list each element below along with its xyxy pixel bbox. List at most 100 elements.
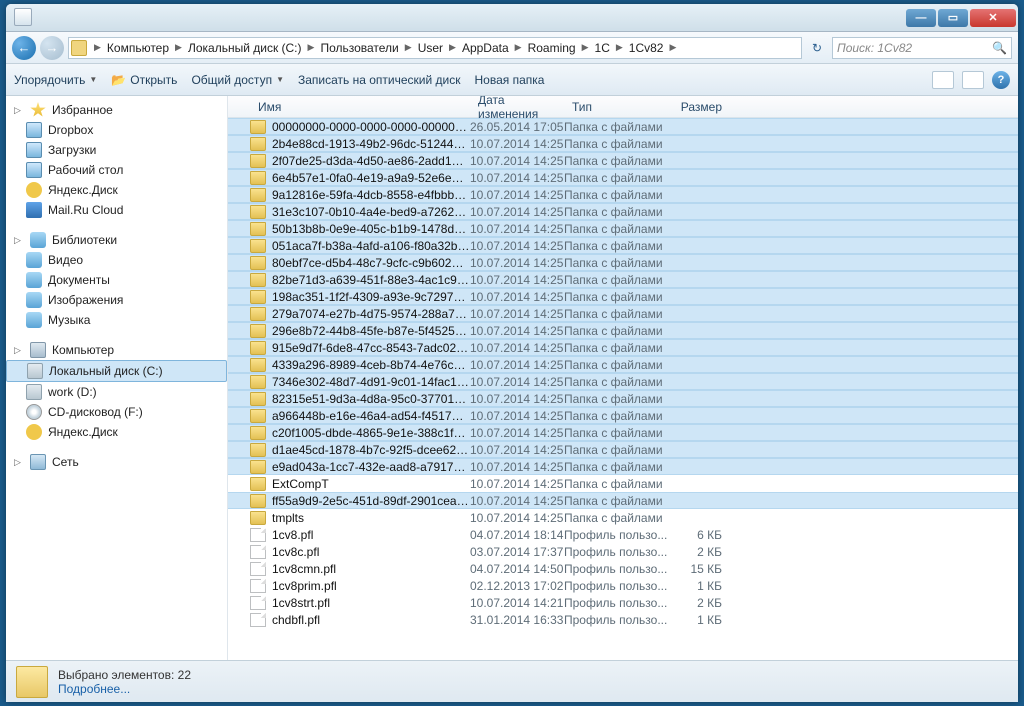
chevron-right-icon[interactable]: ▶ (512, 42, 525, 53)
col-name[interactable]: Имя (250, 100, 470, 114)
minimize-button[interactable]: — (906, 9, 936, 27)
file-type: Папка с файлами (564, 324, 668, 338)
sidebar-item[interactable]: Загрузки (6, 140, 227, 160)
file-row[interactable]: e9ad043a-1cc7-432e-aad8-a79176eee96110.0… (228, 458, 1018, 475)
burn-button[interactable]: Записать на оптический диск (298, 73, 461, 87)
file-row[interactable]: 31e3c107-0b10-4a4e-bed9-a7262e0cab9410.0… (228, 203, 1018, 220)
sidebar-item[interactable]: Mail.Ru Cloud (6, 200, 227, 220)
chevron-right-icon[interactable]: ▶ (666, 42, 679, 53)
sidebar-header[interactable]: ▷Избранное (6, 100, 227, 120)
file-row[interactable]: 6e4b57e1-0fa0-4e19-a9a9-52e6e2c50fa410.0… (228, 169, 1018, 186)
breadcrumb-segment[interactable]: Roaming (525, 41, 579, 55)
file-row[interactable]: c20f1005-dbde-4865-9e1e-388c1f1c5d3610.0… (228, 424, 1018, 441)
sidebar-item[interactable]: Документы (6, 270, 227, 290)
file-row[interactable]: 198ac351-1f2f-4309-a93e-9c7297d14f6510.0… (228, 288, 1018, 305)
file-row[interactable]: 4339a296-8989-4ceb-8b74-4e76c5f6653c10.0… (228, 356, 1018, 373)
file-row[interactable]: 2f07de25-d3da-4d50-ae86-2add1460e64510.0… (228, 152, 1018, 169)
nav-back-button[interactable]: ← (12, 36, 36, 60)
col-size[interactable]: Размер (668, 100, 730, 114)
file-row[interactable]: 1cv8.pfl04.07.2014 18:14Профиль пользо..… (228, 526, 1018, 543)
file-row[interactable]: 9a12816e-59fa-4dcb-8558-e4fbbbccc33f10.0… (228, 186, 1018, 203)
sidebar-header[interactable]: ▷Сеть (6, 452, 227, 472)
file-row[interactable]: chdbfl.pfl31.01.2014 16:33Профиль пользо… (228, 611, 1018, 628)
file-row[interactable]: 1cv8prim.pfl02.12.2013 17:02Профиль поль… (228, 577, 1018, 594)
close-button[interactable]: ✕ (970, 9, 1016, 27)
sidebar-header[interactable]: ▷Компьютер (6, 340, 227, 360)
file-row[interactable]: 279a7074-e27b-4d75-9574-288a7f6ce1a310.0… (228, 305, 1018, 322)
file-row[interactable]: ExtCompT10.07.2014 14:25Папка с файлами (228, 475, 1018, 492)
chevron-right-icon[interactable]: ▶ (446, 42, 459, 53)
sidebar-item[interactable]: Локальный диск (C:) (6, 360, 227, 382)
chevron-right-icon[interactable]: ▶ (172, 42, 185, 53)
file-row[interactable]: 2b4e88cd-1913-49b2-96dc-512447dc026e10.0… (228, 135, 1018, 152)
column-headers[interactable]: Имя Дата изменения Тип Размер (228, 96, 1018, 118)
titlebar[interactable]: — ▭ ✕ (6, 4, 1018, 32)
breadcrumb[interactable]: ▶Компьютер▶Локальный диск (C:)▶Пользоват… (68, 37, 802, 59)
chevron-right-icon[interactable]: ▶ (579, 42, 592, 53)
nav-forward-button[interactable]: → (40, 36, 64, 60)
file-row[interactable]: 051aca7f-b38a-4afd-a106-f80a32b999e910.0… (228, 237, 1018, 254)
sidebar-header-label: Библиотеки (52, 233, 117, 247)
file-row[interactable]: 1cv8c.pfl03.07.2014 17:37Профиль пользо.… (228, 543, 1018, 560)
sidebar-item[interactable]: work (D:) (6, 382, 227, 402)
file-row[interactable]: 915e9d7f-6de8-47cc-8543-7adc028e8d0610.0… (228, 339, 1018, 356)
col-date[interactable]: Дата изменения (470, 96, 564, 121)
file-row[interactable]: 82315e51-9d3a-4d8a-95c0-377016722ff010.0… (228, 390, 1018, 407)
file-type: Профиль пользо... (564, 613, 668, 627)
details-link[interactable]: Подробнее... (58, 682, 191, 696)
sidebar-item[interactable]: CD-дисковод (F:) (6, 402, 227, 422)
file-row[interactable]: 296e8b72-44b8-45fe-b87e-5f45250470710.07… (228, 322, 1018, 339)
col-type[interactable]: Тип (564, 100, 668, 114)
view-options-button[interactable] (932, 71, 954, 89)
breadcrumb-segment[interactable]: AppData (459, 41, 512, 55)
chevron-right-icon[interactable]: ▶ (402, 42, 415, 53)
breadcrumb-segment[interactable]: Пользователи (317, 41, 401, 55)
sidebar-item[interactable]: Dropbox (6, 120, 227, 140)
file-row[interactable]: 82be71d3-a639-451f-88e3-4ac1c958393a10.0… (228, 271, 1018, 288)
breadcrumb-segment[interactable]: User (415, 41, 446, 55)
file-row[interactable]: 80ebf7ce-d5b4-48c7-9cfc-c9b60269f0f710.0… (228, 254, 1018, 271)
file-row[interactable]: 1cv8strt.pfl10.07.2014 14:21Профиль поль… (228, 594, 1018, 611)
breadcrumb-segment[interactable]: 1C (592, 41, 613, 55)
chevron-right-icon[interactable]: ▶ (305, 42, 318, 53)
sidebar-item[interactable]: Яндекс.Диск (6, 422, 227, 442)
chevron-right-icon[interactable]: ▶ (91, 42, 104, 53)
file-row[interactable]: tmplts10.07.2014 14:25Папка с файлами (228, 509, 1018, 526)
sidebar-item[interactable]: Рабочий стол (6, 160, 227, 180)
expand-icon[interactable]: ▷ (14, 457, 24, 468)
newfolder-button[interactable]: Новая папка (474, 73, 544, 87)
organize-menu[interactable]: Упорядочить ▼ (14, 73, 97, 87)
help-button[interactable]: ? (992, 71, 1010, 89)
file-row[interactable]: d1ae45cd-1878-4b7c-92f5-dcee62ac3ea310.0… (228, 441, 1018, 458)
sidebar-item[interactable]: Музыка (6, 310, 227, 330)
maximize-button[interactable]: ▭ (938, 9, 968, 27)
refresh-button[interactable]: ↻ (806, 37, 828, 59)
expand-icon[interactable]: ▷ (14, 345, 24, 356)
file-row[interactable]: 1cv8cmn.pfl04.07.2014 14:50Профиль польз… (228, 560, 1018, 577)
file-row[interactable]: 00000000-0000-0000-0000-00000000000026.0… (228, 118, 1018, 135)
file-row[interactable]: a966448b-e16e-46a4-ad54-f4517b6dd5d410.0… (228, 407, 1018, 424)
expand-icon[interactable]: ▷ (14, 105, 24, 116)
open-button[interactable]: 📂 Открыть (111, 73, 177, 87)
file-row[interactable]: ff55a9d9-2e5c-451d-89df-2901ceaae1e710.0… (228, 492, 1018, 509)
chevron-right-icon[interactable]: ▶ (613, 42, 626, 53)
file-type: Папка с файлами (564, 307, 668, 321)
sidebar-item[interactable]: Видео (6, 250, 227, 270)
file-list[interactable]: 00000000-0000-0000-0000-00000000000026.0… (228, 118, 1018, 660)
file-row[interactable]: 50b13b8b-0e9e-405c-b1b9-1478dca6e56810.0… (228, 220, 1018, 237)
sidebar-header[interactable]: ▷ Библиотеки (6, 230, 227, 250)
preview-pane-button[interactable] (962, 71, 984, 89)
expand-icon[interactable]: ▷ (14, 235, 24, 246)
share-menu[interactable]: Общий доступ ▼ (191, 73, 284, 87)
file-type: Профиль пользо... (564, 596, 668, 610)
search-input[interactable]: Поиск: 1Cv82 🔍 (832, 37, 1012, 59)
file-size: 1 КБ (668, 579, 730, 593)
breadcrumb-segment[interactable]: 1Cv82 (626, 41, 667, 55)
sidebar-item[interactable]: Изображения (6, 290, 227, 310)
file-row[interactable]: 7346e302-48d7-4d91-9c01-14fac1e9bb9d10.0… (228, 373, 1018, 390)
file-date: 10.07.2014 14:25 (470, 273, 564, 287)
sidebar-item[interactable]: Яндекс.Диск (6, 180, 227, 200)
breadcrumb-segment[interactable]: Локальный диск (C:) (185, 41, 305, 55)
folder-icon (250, 171, 266, 185)
breadcrumb-segment[interactable]: Компьютер (104, 41, 172, 55)
